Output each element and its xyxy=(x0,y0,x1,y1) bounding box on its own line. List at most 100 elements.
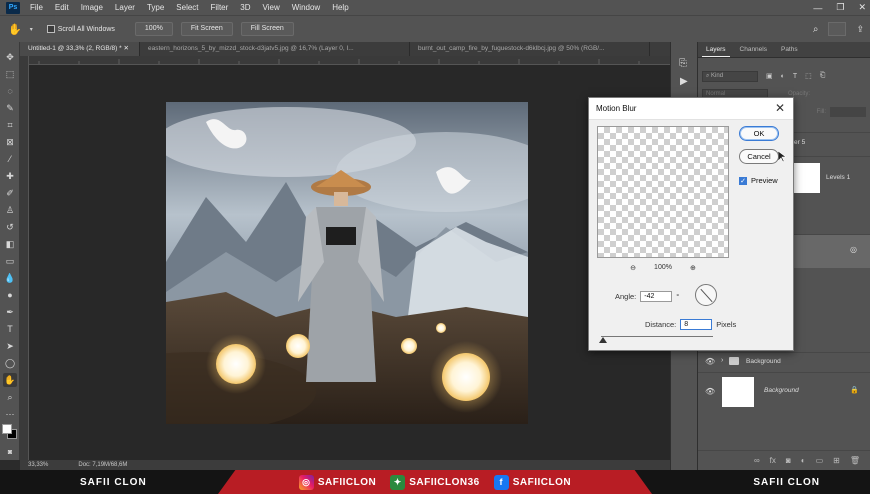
tab-layers[interactable]: Layers xyxy=(702,42,730,57)
preview-checkbox[interactable]: ✓ Preview xyxy=(739,176,778,185)
visibility-eye-icon[interactable]: 👁 xyxy=(705,387,715,396)
eraser-tool-icon[interactable]: ◧ xyxy=(3,237,17,251)
kind-filter-dropdown[interactable]: ⌕ Kind xyxy=(702,70,758,82)
add-mask-icon[interactable]: ◙ xyxy=(786,456,791,465)
canvas-artwork[interactable] xyxy=(166,102,528,424)
quick-select-tool-icon[interactable]: ✎ xyxy=(3,101,17,115)
minimize-icon[interactable]: — xyxy=(813,3,822,13)
visibility-eye-icon[interactable]: 👁 xyxy=(705,357,715,366)
close-icon[interactable]: ✕ xyxy=(775,101,785,115)
foreground-color-swatch[interactable] xyxy=(2,424,12,434)
mouse-cursor-icon xyxy=(778,151,786,163)
path-selection-tool-icon[interactable]: ➤ xyxy=(3,339,17,353)
angle-input[interactable]: -42 xyxy=(640,291,673,302)
menu-help[interactable]: Help xyxy=(326,0,354,15)
menu-type[interactable]: Type xyxy=(141,0,170,15)
tab-channels[interactable]: Channels xyxy=(736,42,771,57)
layer-row-background[interactable]: 👁 Background 🔒 xyxy=(698,372,870,412)
filter-type-icon[interactable]: T xyxy=(793,73,797,80)
maximize-icon[interactable]: ❐ xyxy=(836,2,844,13)
zoom-out-icon[interactable]: ⊖ xyxy=(630,264,636,272)
window-controls: — ❐ ✕ xyxy=(813,0,866,15)
menu-file[interactable]: File xyxy=(24,0,49,15)
marquee-tool-icon[interactable]: ⬚ xyxy=(3,67,17,81)
healing-brush-tool-icon[interactable]: ✚ xyxy=(3,169,17,183)
layer-style-icon[interactable]: fx xyxy=(770,456,776,465)
checkbox-box[interactable] xyxy=(46,25,55,33)
cancel-button[interactable]: Cancel xyxy=(739,149,779,164)
new-group-icon[interactable]: ▭ xyxy=(816,456,824,465)
hand-tool-icon[interactable]: ✋ xyxy=(8,23,22,36)
zoom-level[interactable]: 33,33% xyxy=(28,462,48,468)
menu-edit[interactable]: Edit xyxy=(49,0,75,15)
zoom-in-icon[interactable]: ⊕ xyxy=(690,264,696,272)
distance-input[interactable]: 8 xyxy=(680,319,713,330)
fill-field[interactable] xyxy=(830,107,866,117)
tab-untitled-1[interactable]: Untitled-1 @ 33,3% (2, RGB/8) * ✕ xyxy=(20,42,140,56)
dodge-tool-icon[interactable]: ● xyxy=(3,288,17,302)
instagram-icon: ◎ xyxy=(298,474,314,490)
menu-select[interactable]: Select xyxy=(170,0,204,15)
layer-thumbnail xyxy=(722,377,754,407)
ok-button[interactable]: OK xyxy=(739,126,779,141)
zoom-tool-icon[interactable]: ⌕ xyxy=(3,390,17,404)
menu-filter[interactable]: Filter xyxy=(205,0,235,15)
preview-label: Preview xyxy=(751,176,778,185)
quick-mask-icon[interactable]: ◙ xyxy=(3,446,17,460)
share-icon[interactable]: ⇪ xyxy=(856,24,864,35)
gradient-tool-icon[interactable]: ▭ xyxy=(3,254,17,268)
brush-tool-icon[interactable]: ✐ xyxy=(3,186,17,200)
actions-play-icon[interactable]: ▶ xyxy=(680,76,688,87)
fill-screen-button[interactable]: Fill Screen xyxy=(240,22,294,36)
menu-layer[interactable]: Layer xyxy=(109,0,141,15)
history-brush-tool-icon[interactable]: ↺ xyxy=(3,220,17,234)
blur-tool-icon[interactable]: 💧 xyxy=(3,271,17,285)
angle-dial[interactable] xyxy=(695,284,717,306)
menu-view[interactable]: View xyxy=(257,0,286,15)
more-tools-icon[interactable]: ⋯ xyxy=(3,407,17,421)
filter-pixel-icon[interactable]: ▣ xyxy=(766,72,773,80)
new-adjustment-icon[interactable]: ◐ xyxy=(801,456,806,465)
angle-row: Angle: -42 ° xyxy=(615,291,679,302)
close-window-icon[interactable]: ✕ xyxy=(858,2,866,13)
distance-slider-thumb[interactable] xyxy=(599,337,607,343)
tool-preset-arrow-icon[interactable]: ▾ xyxy=(30,26,33,33)
shape-tool-icon[interactable]: ◯ xyxy=(3,356,17,370)
move-tool-icon[interactable]: ✥ xyxy=(3,50,17,64)
new-layer-icon[interactable]: ⊞ xyxy=(833,456,840,465)
distance-slider-track[interactable] xyxy=(601,336,713,337)
clone-stamp-tool-icon[interactable]: ♙ xyxy=(3,203,17,217)
workspace-button[interactable] xyxy=(828,22,847,36)
scroll-all-windows-checkbox[interactable]: Scroll All Windows xyxy=(46,25,115,33)
layer-row-background-group[interactable]: 👁 › Background xyxy=(698,352,870,372)
tab-paths[interactable]: Paths xyxy=(777,42,802,57)
status-bar: 33,33% Doc: 7,19M/68,6M xyxy=(20,460,670,470)
filter-smart-icon[interactable]: ⎗ xyxy=(820,72,826,80)
lasso-tool-icon[interactable]: ◌ xyxy=(3,84,17,98)
close-tab-icon[interactable]: ✕ xyxy=(123,45,128,52)
crop-tool-icon[interactable]: ⌗ xyxy=(3,118,17,132)
tab-eastern-horizons[interactable]: eastern_horizons_5_by_mizzd_stock-d3jatv… xyxy=(140,42,410,56)
search-icon[interactable]: ⌕ xyxy=(813,24,819,35)
filter-adjustment-icon[interactable]: ◐ xyxy=(781,73,785,80)
menu-window[interactable]: Window xyxy=(286,0,326,15)
history-icon[interactable]: ⎘ xyxy=(679,58,687,69)
checkbox-checked-icon[interactable]: ✓ xyxy=(739,176,747,185)
delete-layer-icon[interactable]: 🗑 xyxy=(850,456,860,465)
group-expand-chevron-icon[interactable]: › xyxy=(721,357,723,364)
layer-options-icon[interactable]: ◎ xyxy=(850,245,857,254)
menu-3d[interactable]: 3D xyxy=(234,0,256,15)
link-layers-icon[interactable]: ∞ xyxy=(754,456,760,465)
type-tool-icon[interactable]: T xyxy=(3,322,17,336)
frame-tool-icon[interactable]: ⊠ xyxy=(3,135,17,149)
zoom-100-button[interactable]: 100% xyxy=(134,22,173,36)
tab-burnt-out-camp-fire[interactable]: burnt_out_camp_fire_by_fuguestock-d6klbc… xyxy=(410,42,650,56)
hand-tool-icon[interactable]: ✋ xyxy=(3,373,17,387)
fit-screen-button[interactable]: Fit Screen xyxy=(180,22,233,36)
menu-image[interactable]: Image xyxy=(75,0,109,15)
blur-preview[interactable] xyxy=(597,126,729,258)
eyedropper-tool-icon[interactable]: ⁄ xyxy=(3,152,17,166)
filter-shape-icon[interactable]: ⬚ xyxy=(805,72,812,80)
pen-tool-icon[interactable]: ✒ xyxy=(3,305,17,319)
channel-banner: SAFII CLON ◎ SAFIICLON ✦ SAFIICLON36 f S… xyxy=(0,470,870,494)
